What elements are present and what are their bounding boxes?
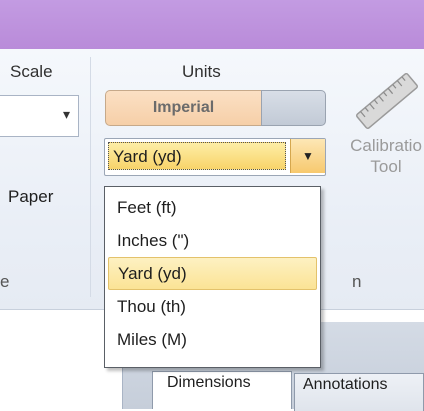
calibration-tool-button[interactable]: Calibratio Tool [336,135,424,177]
unit-system-toggle[interactable]: Imperial [105,90,326,126]
chevron-down-icon: ▾ [62,106,70,122]
calibration-label-line1: Calibratio [350,136,422,155]
group-footer-label: e [0,272,10,291]
list-item-selected[interactable]: Yard (yd) [108,257,317,290]
list-item[interactable]: Feet (ft) [108,191,317,224]
unit-combo[interactable]: Yard (yd) ▼ [104,138,326,176]
chevron-down-icon: ▼ [302,149,314,163]
list-item[interactable]: Miles (M) [108,323,317,356]
units-group-label: Units [182,62,221,81]
scale-group-label: Scale [10,62,53,81]
title-bar [0,0,424,49]
group-separator [90,57,91,297]
calibration-label-line2: Tool [370,157,402,176]
imperial-button[interactable]: Imperial [105,90,261,126]
list-item[interactable]: Thou (th) [108,290,317,323]
paper-label[interactable]: Paper [8,187,53,207]
tab-dimensions[interactable]: Dimensions [152,371,292,409]
unit-dropdown-list: Feet (ft) Inches (") Yard (yd) Thou (th)… [104,186,321,368]
units-group-footer-label: n [352,272,362,291]
metric-button[interactable] [261,90,326,126]
calibration-ruler-icon [356,72,418,130]
unit-combo-value: Yard (yd) [108,142,286,170]
dropdown-button[interactable]: ▼ [290,139,325,173]
scale-combo[interactable]: ▾ [0,95,79,137]
tab-annotations[interactable]: Annotations [294,373,424,411]
list-item[interactable]: Inches (") [108,224,317,257]
